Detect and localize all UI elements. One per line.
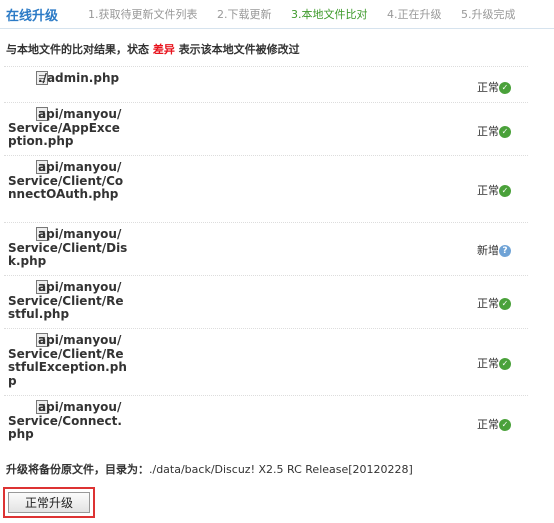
- check-circle-icon: ✓: [499, 82, 511, 94]
- step-5: 5.升级完成: [461, 8, 516, 21]
- step-3-active: 3.本地文件比对: [291, 8, 368, 21]
- file-path: api/manyou/Service/Client/Restful.php: [8, 280, 124, 321]
- check-circle-icon: ✓: [499, 298, 511, 310]
- summary-suffix: 表示该本地文件被修改过: [178, 43, 300, 56]
- page-title: 在线升级: [6, 9, 59, 24]
- file-status: 正常 ✓: [477, 79, 511, 95]
- file-row: api/manyou/Service/Connect.php 正常 ✓: [4, 395, 528, 448]
- step-1: 1.获取待更新文件列表: [88, 8, 198, 21]
- backup-label: 升级将备份原文件，目录为：: [6, 463, 149, 476]
- file-path: ./admin.php: [38, 71, 120, 85]
- comparison-summary: 与本地文件的比对结果，状态 差异 表示该本地文件被修改过: [6, 41, 300, 57]
- check-circle-icon: ✓: [499, 358, 511, 370]
- question-circle-icon: ?: [499, 245, 511, 257]
- normal-upgrade-button[interactable]: 正常升级: [8, 492, 90, 513]
- file-path: api/manyou/Service/Connect.php: [8, 400, 122, 441]
- button-highlight: 正常升级: [3, 487, 95, 518]
- diff-status-label: 差异: [152, 43, 175, 56]
- check-circle-icon: ✓: [499, 419, 511, 431]
- check-circle-icon: ✓: [499, 185, 511, 197]
- file-path: api/manyou/Service/Client/Disk.php: [8, 227, 128, 268]
- step-indicator: 1.获取待更新文件列表 2.下载更新 3.本地文件比对 4.正在升级 5.升级完…: [88, 6, 532, 22]
- file-comparison-list: ./admin.php 正常 ✓ api/manyou/Service/AppEx…: [4, 66, 528, 448]
- file-status: 正常 ✓: [477, 123, 511, 139]
- file-row: api/manyou/Service/Client/Disk.php 新增?: [4, 222, 528, 275]
- file-row: api/manyou/Service/Client/RestfulExcepti…: [4, 328, 528, 395]
- file-row: ./admin.php 正常 ✓: [4, 66, 528, 102]
- file-status: 正常 ✓: [477, 416, 511, 432]
- backup-info: 升级将备份原文件，目录为：./data/back/Discuz! X2.5 RC…: [6, 461, 413, 477]
- check-circle-icon: ✓: [499, 126, 511, 138]
- summary-prefix: 与本地文件的比对结果，状态: [6, 43, 149, 56]
- file-status: 正常 ✓: [477, 355, 511, 371]
- file-status: 正常 ✓: [477, 295, 511, 311]
- file-row: api/manyou/Service/AppException.php 正常 ✓: [4, 102, 528, 155]
- file-path: api/manyou/Service/AppException.php: [8, 107, 122, 148]
- file-row: api/manyou/Service/Client/Restful.php 正常…: [4, 275, 528, 328]
- file-status: 新增?: [477, 242, 511, 258]
- step-2: 2.下载更新: [217, 8, 272, 21]
- file-path: api/manyou/Service/Client/ConnectOAuth.p…: [8, 160, 124, 201]
- backup-path: ./data/back/Discuz! X2.5 RC Release[2012…: [149, 463, 413, 476]
- file-row: api/manyou/Service/Client/ConnectOAuth.p…: [4, 155, 528, 222]
- step-4: 4.正在升级: [387, 8, 442, 21]
- file-path: api/manyou/Service/Client/RestfulExcepti…: [8, 333, 127, 388]
- upgrade-header: 在线升级 1.获取待更新文件列表 2.下载更新 3.本地文件比对 4.正在升级 …: [0, 0, 554, 29]
- file-status: 正常 ✓: [477, 182, 511, 198]
